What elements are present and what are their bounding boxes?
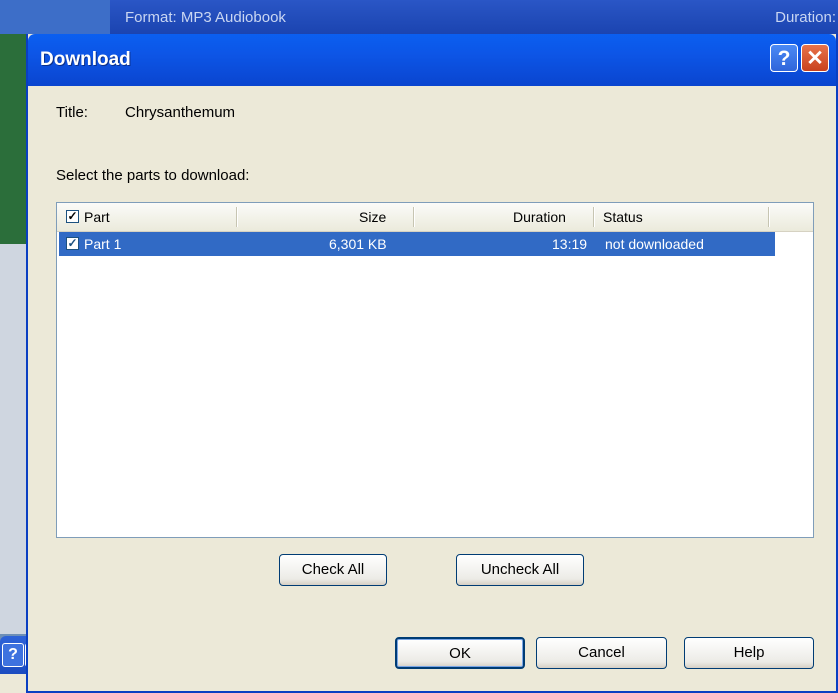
column-header-status[interactable]: Status — [603, 209, 643, 225]
column-header-part[interactable]: Part — [84, 209, 110, 225]
dialog-title: Download — [40, 49, 131, 70]
background-logo-area — [0, 0, 110, 34]
background-window-header: Format: MP3 Audiobook Duration: — [0, 0, 838, 34]
select-parts-label: Select the parts to download: — [56, 167, 250, 184]
cancel-button[interactable]: Cancel — [536, 637, 667, 669]
table-row[interactable]: ✓ Part 1 6,301 KB 13:19 not downloaded — [59, 232, 775, 256]
row-checkbox[interactable]: ✓ — [66, 237, 79, 250]
status-cell: not downloaded — [605, 236, 704, 252]
ok-button[interactable]: OK — [395, 637, 525, 669]
uncheck-all-button[interactable]: Uncheck All — [456, 554, 584, 586]
background-help-button[interactable]: ? — [2, 643, 24, 667]
parts-list[interactable]: ✓ Part Size Duration Status ✓ Part 1 6,3… — [56, 202, 814, 538]
duration-cell: 13:19 — [552, 236, 588, 252]
header-check-all-checkbox[interactable]: ✓ — [66, 210, 79, 223]
column-separator[interactable] — [413, 207, 414, 227]
dialog-titlebar[interactable]: Download ? ✕ — [28, 34, 836, 86]
column-separator[interactable] — [593, 207, 594, 227]
help-button[interactable]: Help — [684, 637, 814, 669]
download-dialog: Download ? ✕ Title: Chrysanthemum Select… — [26, 34, 838, 693]
column-header-duration[interactable]: Duration — [513, 209, 566, 225]
column-separator[interactable] — [236, 207, 237, 227]
column-separator[interactable] — [768, 207, 769, 227]
close-title-button[interactable]: ✕ — [801, 44, 829, 72]
help-title-button[interactable]: ? — [770, 44, 798, 72]
background-duration-label: Duration: — [775, 9, 836, 26]
title-label: Title: — [56, 104, 88, 121]
list-header: ✓ Part Size Duration Status — [57, 203, 813, 232]
column-header-size[interactable]: Size — [359, 209, 386, 225]
part-cell: Part 1 — [84, 236, 122, 252]
background-format-label: Format: MP3 Audiobook — [125, 9, 286, 26]
size-cell: 6,301 KB — [329, 236, 387, 252]
check-all-button[interactable]: Check All — [279, 554, 387, 586]
title-value: Chrysanthemum — [125, 104, 236, 121]
